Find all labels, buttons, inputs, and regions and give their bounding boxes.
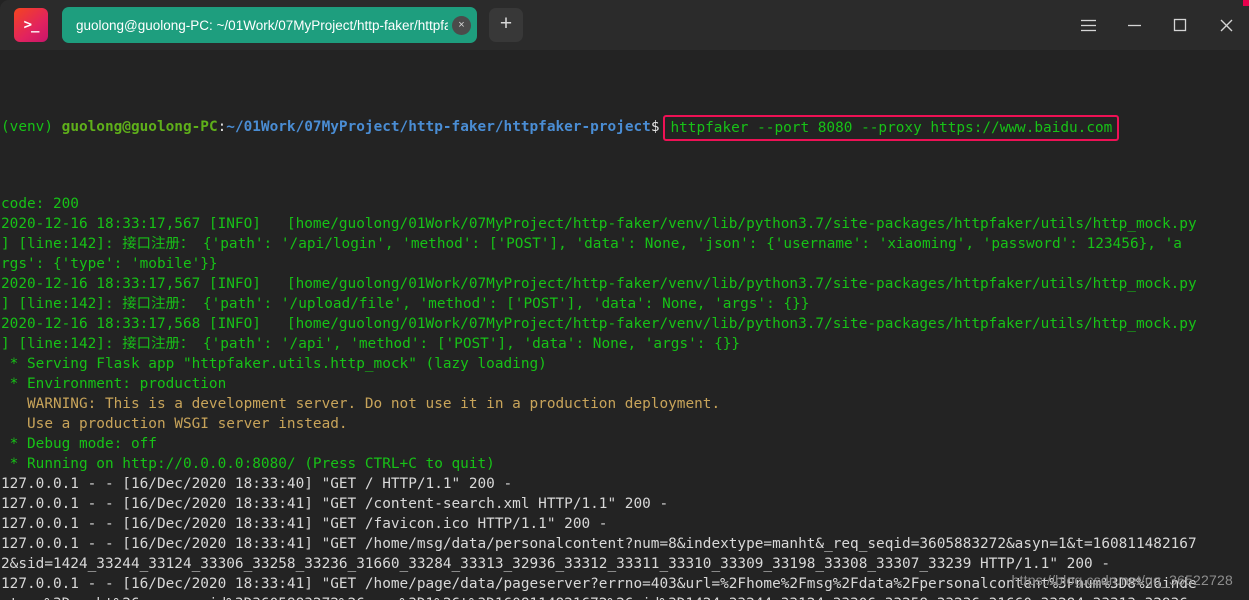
prompt-dollar: $ — [650, 119, 660, 135]
terminal-line: ] [line:142]: 接口注册： {'path': '/api/login… — [1, 236, 1182, 252]
app-icon: >_ — [14, 8, 48, 42]
prompt-colon: : — [217, 119, 227, 135]
terminal-line: ] [line:142]: 接口注册： {'path': '/upload/fi… — [1, 296, 810, 312]
terminal-line: * Running on http://0.0.0.0:8080/ (Press… — [1, 456, 495, 472]
app-icon-glyph: >_ — [23, 17, 40, 33]
watermark: https://blog.csdn.net/qq_36522728 — [1011, 572, 1233, 588]
terminal-line: Use a production WSGI server instead. — [1, 416, 348, 432]
close-icon[interactable] — [1203, 0, 1249, 50]
terminal-line: ] [line:142]: 接口注册： {'path': '/api', 'me… — [1, 336, 741, 352]
window-controls — [1065, 0, 1249, 50]
terminal-line: 127.0.0.1 - - [16/Dec/2020 18:33:41] "GE… — [1, 536, 1197, 552]
terminal-line: xtype%3Dmanht%26_req_seqid%3D3605883272%… — [0, 594, 1249, 600]
terminal-line: 2020-12-16 18:33:17,567 [INFO] [home/guo… — [1, 276, 1197, 292]
terminal-line: 127.0.0.1 - - [16/Dec/2020 18:33:40] "GE… — [1, 476, 513, 492]
minimize-icon[interactable] — [1111, 0, 1157, 50]
title-bar: >_ guolong@guolong-PC: ~/01Work/07MyProj… — [0, 0, 1249, 50]
shell-prompt-line: (venv) guolong@guolong-PC:~/01Work/07MyP… — [0, 114, 1249, 141]
venv-indicator: (venv) — [1, 119, 62, 135]
terminal-line: WARNING: This is a development server. D… — [1, 396, 721, 412]
terminal-line: 2020-12-16 18:33:17,568 [INFO] [home/guo… — [1, 316, 1197, 332]
terminal-line: 127.0.0.1 - - [16/Dec/2020 18:33:41] "GE… — [1, 516, 608, 532]
terminal-line: * Environment: production — [1, 376, 227, 392]
terminal-line: * Serving Flask app "httpfaker.utils.htt… — [1, 356, 547, 372]
accent-strip — [1243, 0, 1249, 6]
terminal-line: * Debug mode: off — [1, 436, 157, 452]
prompt-path: ~/01Work/07MyProject/http-faker/httpfake… — [226, 119, 651, 135]
tab-title: guolong@guolong-PC: ~/01Work/07MyProject… — [76, 17, 448, 33]
output-lines: code: 200 2020-12-16 18:33:17,567 [INFO] … — [0, 194, 1249, 600]
new-tab-button[interactable]: + — [489, 8, 523, 42]
close-tab-icon[interactable]: × — [452, 15, 471, 35]
terminal-line: 127.0.0.1 - - [16/Dec/2020 18:33:41] "GE… — [1, 496, 669, 512]
maximize-icon[interactable] — [1157, 0, 1203, 50]
terminal-window: >_ guolong@guolong-PC: ~/01Work/07MyProj… — [0, 0, 1249, 600]
prompt-user-host: guolong@guolong-PC — [61, 119, 218, 135]
terminal-output[interactable]: (venv) guolong@guolong-PC:~/01Work/07MyP… — [0, 50, 1249, 600]
terminal-line: 2020-12-16 18:33:17,567 [INFO] [home/guo… — [1, 216, 1197, 232]
highlighted-command[interactable]: httpfaker --port 8080 --proxy https://ww… — [663, 115, 1120, 141]
terminal-line: rgs': {'type': 'mobile'}} — [1, 256, 218, 272]
hamburger-menu-icon[interactable] — [1065, 0, 1111, 50]
terminal-tab[interactable]: guolong@guolong-PC: ~/01Work/07MyProject… — [62, 7, 477, 43]
terminal-line: code: 200 — [1, 196, 79, 212]
